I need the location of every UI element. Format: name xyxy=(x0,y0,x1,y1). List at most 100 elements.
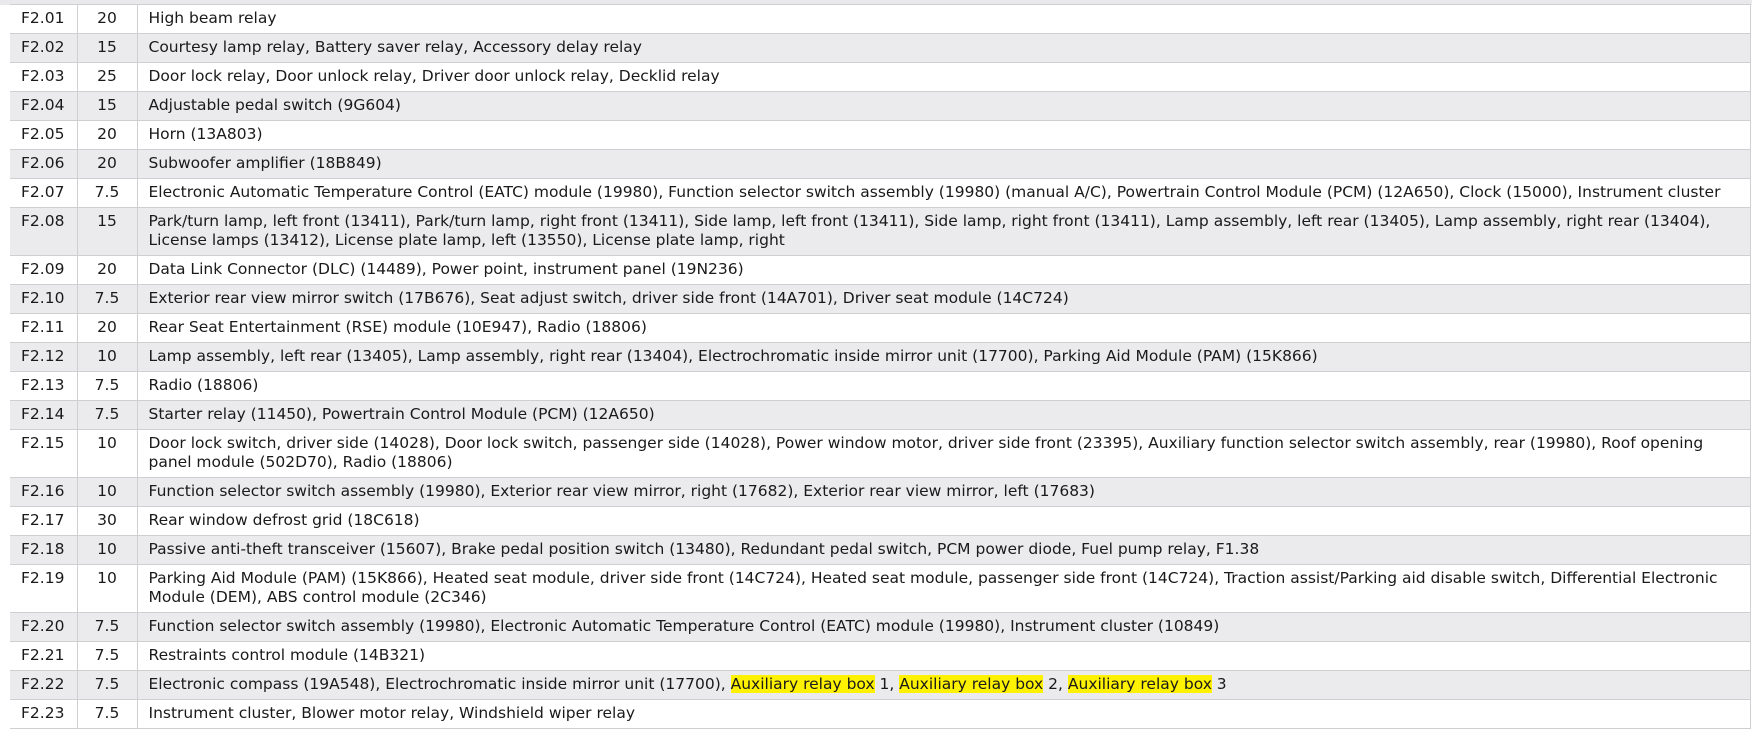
fuse-position-cell: F2.08 xyxy=(10,207,78,256)
fuse-circuits-cell: Rear Seat Entertainment (RSE) module (10… xyxy=(137,313,1751,343)
fuse-position-cell: F2.13 xyxy=(10,371,78,401)
table-row: F2.01 20 High beam relay xyxy=(10,4,1751,34)
fuse-position-cell: F2.23 xyxy=(10,699,78,729)
fuse-table-body: F2.01 20 High beam relay F2.02 15 Courtesy la… xyxy=(10,4,1751,729)
table-row: F2.14 7.5 Starter relay (11450), Powertrai… xyxy=(10,400,1751,430)
table-row: F2.09 20 Data Link Connector (DLC) (14489)… xyxy=(10,255,1751,285)
fuse-circuits-cell: Starter relay (11450), Powertrain Contro… xyxy=(137,400,1751,430)
fuse-position-cell: F2.20 xyxy=(10,612,78,642)
fuse-amperage-cell: 25 xyxy=(77,62,138,92)
fuse-position-cell: F2.18 xyxy=(10,535,78,565)
fuse-circuits-cell: Electronic Automatic Temperature Control… xyxy=(137,178,1751,208)
fuse-circuits-cell: Courtesy lamp relay, Battery saver relay… xyxy=(137,33,1751,63)
fuse-circuits-cell: Exterior rear view mirror switch (17B676… xyxy=(137,284,1751,314)
table-row: F2.19 10 Parking Aid Module (PAM) (15K866)… xyxy=(10,564,1751,613)
table-row: F2.07 7.5 Electronic Automatic Temperature… xyxy=(10,178,1751,208)
fuse-position-cell: F2.12 xyxy=(10,342,78,372)
fuse-circuits-cell: Rear window defrost grid (18C618) xyxy=(137,506,1751,536)
search-highlight: Auxiliary relay box xyxy=(899,675,1044,693)
fuse-circuits-cell: Restraints control module (14B321) xyxy=(137,641,1751,671)
table-row: F2.20 7.5 Function selector switch assembl… xyxy=(10,612,1751,642)
fuse-amperage-cell: 20 xyxy=(77,255,138,285)
fuse-circuits-cell: Parking Aid Module (PAM) (15K866), Heate… xyxy=(137,564,1751,613)
fuse-circuits-cell: Instrument cluster, Blower motor relay, … xyxy=(137,699,1751,729)
fuse-circuits-cell: Data Link Connector (DLC) (14489), Power… xyxy=(137,255,1751,285)
table-row: F2.10 7.5 Exterior rear view mirror switch… xyxy=(10,284,1751,314)
table-row: F2.18 10 Passive anti-theft transceiver (1… xyxy=(10,535,1751,565)
fuse-circuits-cell: Park/turn lamp, left front (13411), Park… xyxy=(137,207,1751,256)
search-highlight: Auxiliary relay box xyxy=(1067,675,1212,693)
fuse-amperage-cell: 10 xyxy=(77,429,138,478)
fuse-position-cell: F2.14 xyxy=(10,400,78,430)
table-row: F2.22 7.5 Electronic compass (19A548), E… xyxy=(10,670,1751,700)
fuse-amperage-cell: 20 xyxy=(77,149,138,179)
fuse-amperage-cell: 7.5 xyxy=(77,178,138,208)
fuse-amperage-cell: 20 xyxy=(77,313,138,343)
fuse-amperage-cell: 10 xyxy=(77,535,138,565)
table-row: F2.23 7.5 Instrument cluster, Blower mot… xyxy=(10,699,1751,729)
circuits-text: Electronic compass (19A548), Electrochro… xyxy=(148,675,731,693)
fuse-position-cell: F2.15 xyxy=(10,429,78,478)
fuse-position-cell: F2.21 xyxy=(10,641,78,671)
fuse-position-cell: F2.11 xyxy=(10,313,78,343)
fuse-amperage-cell: 20 xyxy=(77,120,138,150)
fuse-circuits-cell: Passive anti-theft transceiver (15607), … xyxy=(137,535,1751,565)
fuse-amperage-cell: 7.5 xyxy=(77,371,138,401)
fuse-amperage-cell: 15 xyxy=(77,207,138,256)
fuse-position-cell: F2.06 xyxy=(10,149,78,179)
fuse-amperage-cell: 7.5 xyxy=(77,641,138,671)
table-row: F2.16 10 Function selector switch assembly… xyxy=(10,477,1751,507)
fuse-amperage-cell: 7.5 xyxy=(77,284,138,314)
page: F2.01 20 High beam relay F2.02 15 Courtesy la… xyxy=(0,0,1752,734)
fuse-amperage-cell: 10 xyxy=(77,342,138,372)
fuse-amperage-cell: 7.5 xyxy=(77,612,138,642)
fuse-circuits-cell: Electronic compass (19A548), Electrochro… xyxy=(137,670,1751,700)
table-row: F2.17 30 Rear window defrost grid (18C618) xyxy=(10,506,1751,536)
fuse-circuits-cell: Horn (13A803) xyxy=(137,120,1751,150)
table-row: F2.06 20 Subwoofer amplifier (18B849) xyxy=(10,149,1751,179)
fuse-amperage-cell: 7.5 xyxy=(77,699,138,729)
fuse-position-cell: F2.09 xyxy=(10,255,78,285)
fuse-amperage-cell: 7.5 xyxy=(77,400,138,430)
fuse-position-cell: F2.17 xyxy=(10,506,78,536)
fuse-circuits-cell: Radio (18806) xyxy=(137,371,1751,401)
table-row: F2.05 20 Horn (13A803) xyxy=(10,120,1751,150)
fuse-circuits-cell: Function selector switch assembly (19980… xyxy=(137,612,1751,642)
circuits-text: 3 xyxy=(1211,675,1227,693)
fuse-position-cell: F2.22 xyxy=(10,670,78,700)
fuse-position-cell: F2.03 xyxy=(10,62,78,92)
fuse-position-cell: F2.02 xyxy=(10,33,78,63)
fuse-circuits-cell: High beam relay xyxy=(137,4,1751,34)
fuse-position-cell: F2.07 xyxy=(10,178,78,208)
circuits-text: 2, xyxy=(1043,675,1068,693)
fuse-amperage-cell: 10 xyxy=(77,477,138,507)
fuse-circuits-cell: Subwoofer amplifier (18B849) xyxy=(137,149,1751,179)
table-row: F2.13 7.5 Radio (18806) xyxy=(10,371,1751,401)
fuse-amperage-cell: 20 xyxy=(77,4,138,34)
fuse-circuits-cell: Door lock switch, driver side (14028), D… xyxy=(137,429,1751,478)
table-row: F2.11 20 Rear Seat Entertainment (RSE) mod… xyxy=(10,313,1751,343)
fuse-amperage-cell: 15 xyxy=(77,91,138,121)
fuse-circuits-cell: Lamp assembly, left rear (13405), Lamp a… xyxy=(137,342,1751,372)
fuse-position-cell: F2.19 xyxy=(10,564,78,613)
fuse-position-cell: F2.04 xyxy=(10,91,78,121)
fuse-circuits-cell: Function selector switch assembly (19980… xyxy=(137,477,1751,507)
fuse-position-cell: F2.01 xyxy=(10,4,78,34)
table-row: F2.03 25 Door lock relay, Door unlock rela… xyxy=(10,62,1751,92)
table-row: F2.08 15 Park/turn lamp, left front (13411… xyxy=(10,207,1751,256)
fuse-circuits-cell: Door lock relay, Door unlock relay, Driv… xyxy=(137,62,1751,92)
table-row: F2.12 10 Lamp assembly, left rear (13405),… xyxy=(10,342,1751,372)
circuits-text: 1, xyxy=(874,675,900,693)
fuse-position-cell: F2.10 xyxy=(10,284,78,314)
fuse-position-cell: F2.16 xyxy=(10,477,78,507)
table-row: F2.04 15 Adjustable pedal switch (9G604) xyxy=(10,91,1751,121)
fuse-amperage-cell: 30 xyxy=(77,506,138,536)
fuse-amperage-cell: 7.5 xyxy=(77,670,138,700)
search-highlight: Auxiliary relay box xyxy=(730,675,875,693)
fuse-table: F2.01 20 High beam relay F2.02 15 Courtesy la… xyxy=(10,4,1751,729)
fuse-amperage-cell: 10 xyxy=(77,564,138,613)
table-row: F2.15 10 Door lock switch, driver side (14… xyxy=(10,429,1751,478)
table-row: F2.02 15 Courtesy lamp relay, Battery save… xyxy=(10,33,1751,63)
fuse-amperage-cell: 15 xyxy=(77,33,138,63)
fuse-circuits-cell: Adjustable pedal switch (9G604) xyxy=(137,91,1751,121)
